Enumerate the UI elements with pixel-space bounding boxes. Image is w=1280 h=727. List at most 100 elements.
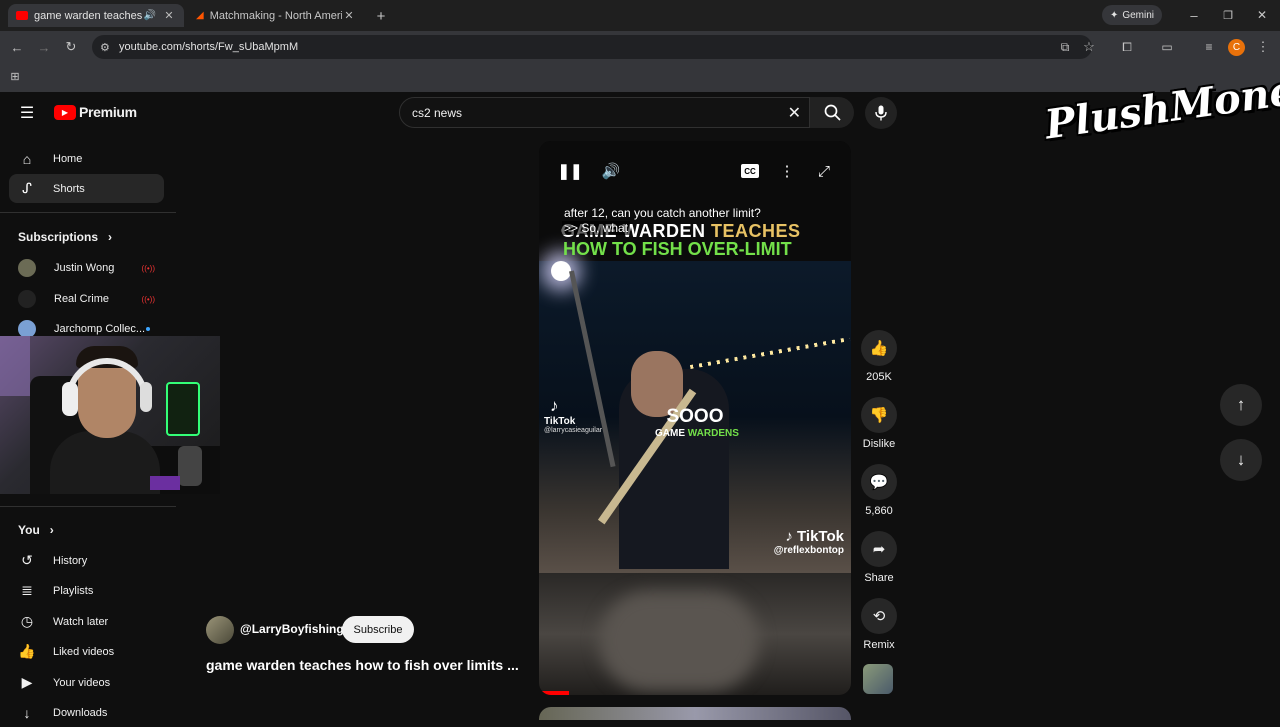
thumbs-down-icon: 👎 xyxy=(861,397,897,433)
home-icon: ⌂ xyxy=(22,150,32,167)
bookmark-star-icon[interactable]: ☆ xyxy=(1080,38,1098,56)
new-tab-icon[interactable]: + xyxy=(372,7,390,25)
volume-icon[interactable]: 🔊 xyxy=(601,161,621,181)
playlists-icon: ≣ xyxy=(21,582,33,598)
sidebar-divider xyxy=(0,506,176,507)
sidebar-item-downloads[interactable]: ↓ Downloads xyxy=(9,698,164,727)
apps-grid-icon[interactable]: ⊞ xyxy=(8,69,22,83)
reload-icon[interactable]: ↻ xyxy=(62,38,80,56)
remix-button[interactable]: ⟲ Remix xyxy=(860,598,898,651)
youtube-play-logo-icon: ▶ xyxy=(54,104,76,120)
short-title: game warden teaches how to fish over lim… xyxy=(206,657,519,673)
dislike-button[interactable]: 👎 Dislike xyxy=(860,397,898,450)
gemini-button[interactable]: ✦ Gemini xyxy=(1102,5,1162,25)
history-icon: ↺ xyxy=(21,552,33,568)
tab-youtube[interactable]: game warden teaches how to 🔊 ✕ xyxy=(8,4,184,27)
live-icon: ((•)) xyxy=(141,263,155,273)
you-heading[interactable]: You › xyxy=(18,523,54,537)
sidebar-item-playlists[interactable]: ≣ Playlists xyxy=(9,576,164,605)
like-button[interactable]: 👍 205K xyxy=(860,330,898,383)
tiktok-logo-icon: ♪ xyxy=(785,528,798,545)
tab-matchmaking[interactable]: ◢ Matchmaking - North America 5V ✕ xyxy=(188,4,364,27)
voice-search-button[interactable] xyxy=(865,97,897,129)
comment-icon: 💬 xyxy=(861,464,897,500)
search-button[interactable] xyxy=(810,97,854,128)
url-text: youtube.com/shorts/Fw_sUbaMpmM xyxy=(119,41,299,53)
thumbs-up-icon: 👍 xyxy=(18,643,36,659)
sidebar-item-label: Watch later xyxy=(53,615,109,628)
channel-avatar[interactable] xyxy=(206,616,234,644)
youtube-favicon-icon xyxy=(16,11,28,20)
channel-name: Justin Wong xyxy=(54,262,115,274)
sidebar-item-label: Liked videos xyxy=(53,645,115,658)
comments-button[interactable]: 💬 5,860 xyxy=(860,464,898,517)
progress-bar[interactable] xyxy=(539,691,569,695)
tiktok-label: TikTok xyxy=(797,528,844,545)
sidebar-item-home[interactable]: ⌂ Home xyxy=(9,144,164,173)
more-options-icon[interactable]: ⋮ xyxy=(779,161,795,181)
tab-title: game warden teaches how to xyxy=(34,9,144,22)
title-word-teaches: TEACHES xyxy=(711,221,801,241)
subscriptions-heading[interactable]: Subscriptions › xyxy=(18,230,112,244)
youtube-logo[interactable]: ▶ Premium xyxy=(54,104,137,120)
next-short-button[interactable]: ↓ xyxy=(1220,439,1262,481)
logo-text: Premium xyxy=(79,104,137,120)
tab-title: Matchmaking - North America 5V xyxy=(209,9,342,22)
title-line-2: HOW TO FISH OVER-LIMIT xyxy=(563,239,792,259)
close-tab-icon[interactable]: ✕ xyxy=(342,9,356,22)
profile-avatar[interactable]: C xyxy=(1228,39,1245,56)
like-count: 205K xyxy=(866,371,892,383)
share-icon: ➦ xyxy=(861,531,897,567)
extensions-icon[interactable]: ⧠ xyxy=(1118,38,1136,56)
you-label: You xyxy=(18,523,40,537)
previous-short-button[interactable]: ↑ xyxy=(1220,384,1262,426)
media-controls-icon[interactable]: ≡ xyxy=(1200,38,1218,56)
close-tab-icon[interactable]: ✕ xyxy=(162,9,176,22)
tiktok-watermark-small: ♪ TikTok @larrycasieaguilar xyxy=(544,396,602,434)
sidebar-divider xyxy=(0,212,176,213)
sidebar-subscription[interactable]: Real Crime ((•)) xyxy=(18,289,158,309)
overlay-wardens: WARDENS xyxy=(687,428,739,439)
cast-icon[interactable]: ▭ xyxy=(1158,38,1176,56)
sidebar-item-history[interactable]: ↺ History xyxy=(9,546,164,575)
sidebar-subscription[interactable]: Justin Wong ((•)) xyxy=(18,258,158,278)
new-content-dot-icon xyxy=(146,327,150,331)
fullscreen-icon[interactable]: ⤢ xyxy=(814,161,834,181)
forward-icon[interactable]: → xyxy=(35,38,53,56)
minimize-icon[interactable]: – xyxy=(1186,7,1202,23)
tiktok-handle-small: @larrycasieaguilar xyxy=(544,427,603,434)
back-icon[interactable]: ← xyxy=(8,38,26,56)
sidebar-item-watch-later[interactable]: ◷ Watch later xyxy=(9,607,164,636)
menu-kebab-icon[interactable]: ⋮ xyxy=(1256,38,1270,56)
sidebar-item-label: Playlists xyxy=(53,584,94,597)
share-button[interactable]: ➦ Share xyxy=(860,531,898,584)
channel-handle[interactable]: @LarryBoyfishing xyxy=(240,622,344,636)
search-input[interactable]: cs2 news ✕ xyxy=(399,97,810,128)
sidebar-item-liked-videos[interactable]: 👍 Liked videos xyxy=(9,637,164,666)
sidebar-item-label: Your videos xyxy=(53,676,111,689)
clock-icon: ◷ xyxy=(20,613,34,629)
install-app-icon[interactable]: ⧉ xyxy=(1056,38,1074,56)
thumbs-up-icon: 👍 xyxy=(861,330,897,366)
faceit-favicon-icon: ◢ xyxy=(196,10,204,21)
next-short-preview[interactable] xyxy=(539,707,851,720)
site-info-icon[interactable]: ⚙ xyxy=(100,41,110,54)
tiktok-handle: @reflexbontop xyxy=(773,545,844,556)
hamburger-menu-icon[interactable]: ☰ xyxy=(18,104,36,122)
dislike-label: Dislike xyxy=(862,438,896,450)
address-bar[interactable]: ⚙ youtube.com/shorts/Fw_sUbaMpmM xyxy=(92,35,1092,59)
close-window-icon[interactable]: ✕ xyxy=(1254,7,1270,23)
tiktok-label: TikTok xyxy=(544,416,576,427)
sound-thumbnail[interactable] xyxy=(863,664,893,694)
restore-icon[interactable]: ❐ xyxy=(1220,7,1236,23)
subscribe-button[interactable]: Subscribe xyxy=(342,616,414,643)
captions-icon[interactable]: CC xyxy=(741,164,759,178)
remix-label: Remix xyxy=(863,639,895,651)
comment-count: 5,860 xyxy=(865,505,893,517)
pause-icon[interactable]: ❚❚ xyxy=(557,161,582,181)
overlay-game: GAME xyxy=(655,428,688,439)
clear-search-icon[interactable]: ✕ xyxy=(788,103,801,123)
arrow-down-icon: ↓ xyxy=(1236,450,1246,469)
sidebar-item-your-videos[interactable]: ▶ Your videos xyxy=(9,668,164,697)
sidebar-item-shorts[interactable]: ᔑ Shorts xyxy=(9,174,164,203)
